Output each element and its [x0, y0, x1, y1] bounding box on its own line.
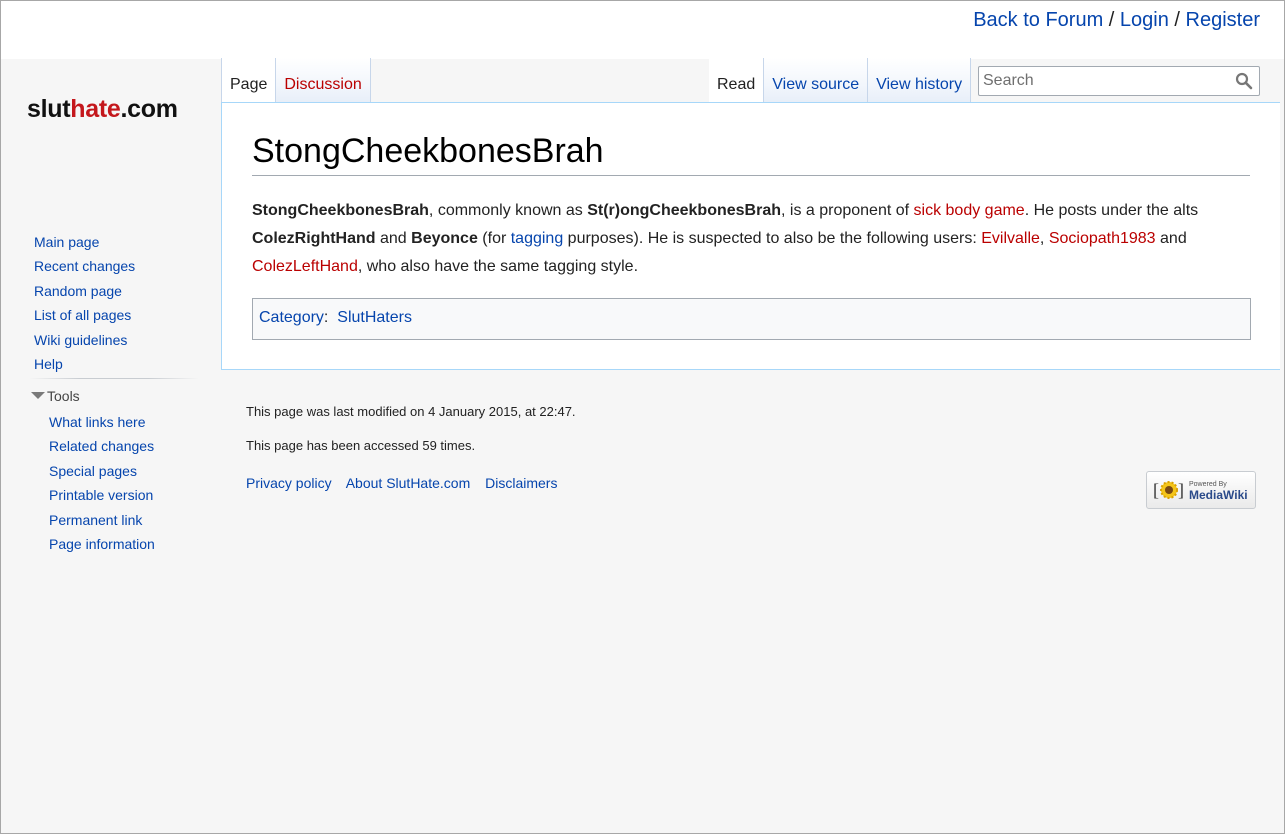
sidebar-item-random-page[interactable]: Random page [34, 283, 122, 299]
powered-by-mediawiki-badge[interactable]: [ ] Powered By MediaWiki [1146, 471, 1256, 509]
badge-text: Powered By MediaWiki [1189, 479, 1248, 501]
text: . He posts under the alts [1024, 202, 1199, 219]
sidebar-tools: What links here Related changes Special … [49, 410, 155, 556]
tab-discussion[interactable]: Discussion [276, 58, 371, 103]
footer-links: Privacy policy About SlutHate.com Discla… [246, 475, 568, 491]
tab-page[interactable]: Page [221, 58, 277, 103]
tool-page-information[interactable]: Page information [49, 536, 155, 552]
logo-text-3: .com [120, 95, 178, 123]
sidebar-navigation: Main page Recent changes Random page Lis… [34, 230, 135, 376]
link-evilvalle[interactable]: Evilvalle [981, 230, 1040, 247]
search-box [978, 66, 1260, 96]
badge-big-text: MediaWiki [1189, 488, 1248, 502]
tools-heading-label: Tools [47, 388, 80, 404]
tool-special-pages[interactable]: Special pages [49, 463, 137, 479]
privacy-policy-link[interactable]: Privacy policy [246, 475, 332, 491]
tool-what-links-here[interactable]: What links here [49, 414, 145, 430]
footer-info: This page was last modified on 4 January… [246, 401, 576, 469]
tab-label: Read [717, 76, 756, 93]
back-to-forum-link[interactable]: Back to Forum [973, 9, 1103, 31]
logo-text-1: slut [27, 95, 71, 123]
page-title: StongCheekbonesBrah [252, 129, 1250, 176]
article-body: StongCheekbonesBrah, commonly known as S… [252, 197, 1242, 281]
category-colon: : [323, 309, 329, 326]
collapse-triangle-icon [31, 392, 45, 399]
tab-label: View source [772, 76, 860, 93]
search-icon[interactable] [1235, 72, 1253, 90]
disclaimers-link[interactable]: Disclaimers [485, 475, 557, 491]
text: , commonly known as [428, 202, 588, 219]
register-link[interactable]: Register [1186, 9, 1260, 31]
link-tagging[interactable]: tagging [511, 230, 564, 247]
category-label-link[interactable]: Category [259, 309, 324, 326]
last-modified-text: This page was last modified on 4 January… [246, 404, 576, 419]
text: , who also have the same tagging style. [357, 258, 639, 275]
tab-view-history[interactable]: View history [868, 58, 972, 103]
tab-label: View history [876, 76, 963, 93]
text: purposes). He is suspected to also be th… [563, 230, 982, 247]
sidebar-item-list-of-all-pages[interactable]: List of all pages [34, 307, 131, 323]
svg-text:]: ] [1178, 480, 1184, 500]
sidebar-item-recent-changes[interactable]: Recent changes [34, 258, 135, 274]
sidebar-item-main-page[interactable]: Main page [34, 234, 99, 250]
namespace-tabs: Page Discussion [221, 58, 371, 103]
tools-heading[interactable]: Tools [31, 388, 80, 404]
text: , [1039, 230, 1049, 247]
login-link[interactable]: Login [1120, 9, 1169, 31]
bold-text: StongCheekbonesBrah [252, 202, 429, 219]
category-box: Category: SlutHaters [252, 298, 1251, 340]
text: (for [477, 230, 511, 247]
bold-text: St(r)ongCheekbonesBrah [587, 202, 781, 219]
svg-text:[: [ [1153, 480, 1159, 500]
about-link[interactable]: About SlutHate.com [346, 475, 471, 491]
sidebar-item-wiki-guidelines[interactable]: Wiki guidelines [34, 332, 127, 348]
tool-permanent-link[interactable]: Permanent link [49, 512, 142, 528]
bold-text: ColezRightHand [252, 230, 376, 247]
tool-printable-version[interactable]: Printable version [49, 487, 153, 503]
sidebar-divider [29, 378, 199, 379]
sidebar-item-help[interactable]: Help [34, 356, 63, 372]
tab-label: Page [230, 76, 268, 93]
tab-view-source[interactable]: View source [764, 58, 869, 103]
site-logo[interactable]: sluthate.com [27, 95, 178, 124]
separator: / [1103, 9, 1120, 31]
tab-label: Discussion [284, 76, 362, 93]
separator: / [1168, 9, 1186, 31]
link-sociopath1983[interactable]: Sociopath1983 [1049, 230, 1156, 247]
text: , is a proponent of [781, 202, 914, 219]
logo-text-2: hate [70, 95, 121, 123]
link-sick-body-game[interactable]: sick body game [914, 202, 1025, 219]
link-colezlefthand[interactable]: ColezLeftHand [252, 258, 358, 275]
sunflower-icon: [ ] [1153, 480, 1184, 500]
view-tabs: Read View source View history [709, 58, 972, 103]
text: and [375, 230, 412, 247]
content-area: StongCheekbonesBrah StongCheekbonesBrah,… [221, 102, 1280, 370]
top-links: Back to Forum / Login / Register [973, 9, 1260, 32]
tab-read[interactable]: Read [709, 58, 765, 103]
tool-related-changes[interactable]: Related changes [49, 438, 154, 454]
category-sluthaters-link[interactable]: SlutHaters [337, 309, 412, 326]
search-input[interactable] [983, 68, 1223, 94]
text: and [1155, 230, 1187, 247]
bold-text: Beyonce [411, 230, 478, 247]
access-count-text: This page has been accessed 59 times. [246, 438, 476, 453]
